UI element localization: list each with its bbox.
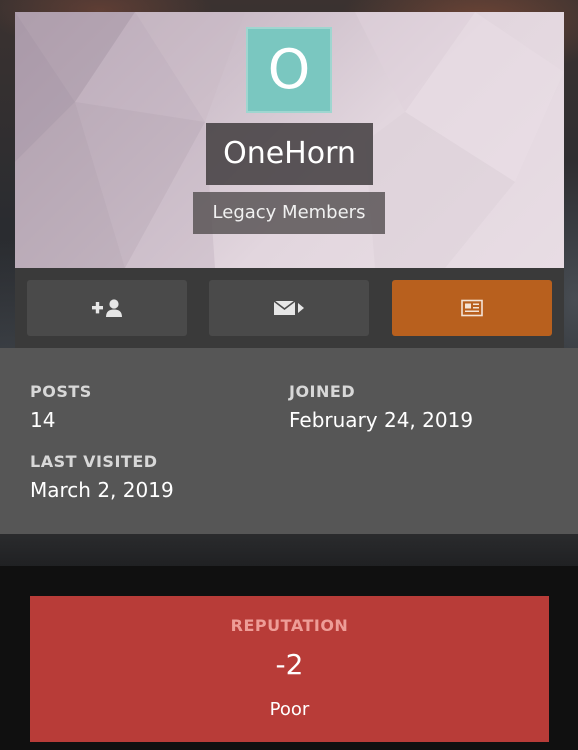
profile-header: O OneHorn Legacy Members [15, 12, 564, 268]
message-button[interactable] [209, 280, 369, 336]
last-visited-label: LAST VISITED [30, 452, 158, 471]
newspaper-icon [461, 299, 483, 317]
follow-button[interactable] [27, 280, 187, 336]
posts-label: POSTS [30, 382, 92, 401]
profile-action-bar [15, 268, 564, 348]
reputation-description: Poor [269, 699, 310, 720]
reputation-value: -2 [275, 648, 304, 681]
envelope-icon [273, 300, 304, 315]
profile-stats: POSTS 14 JOINED February 24, 2019 LAST V… [0, 348, 578, 534]
view-content-button[interactable] [392, 280, 552, 336]
posts-value: 14 [30, 408, 56, 432]
member-group-badge: Legacy Members [193, 192, 385, 234]
reputation-label: REPUTATION [230, 616, 349, 635]
joined-label: JOINED [289, 382, 356, 401]
username: OneHorn [206, 123, 373, 185]
joined-value: February 24, 2019 [289, 408, 474, 432]
add-user-icon [92, 299, 122, 317]
reputation-card: REPUTATION -2 Poor [30, 596, 549, 742]
avatar[interactable]: O [246, 27, 332, 113]
last-visited-value: March 2, 2019 [30, 478, 174, 502]
divider-strip [0, 534, 578, 566]
